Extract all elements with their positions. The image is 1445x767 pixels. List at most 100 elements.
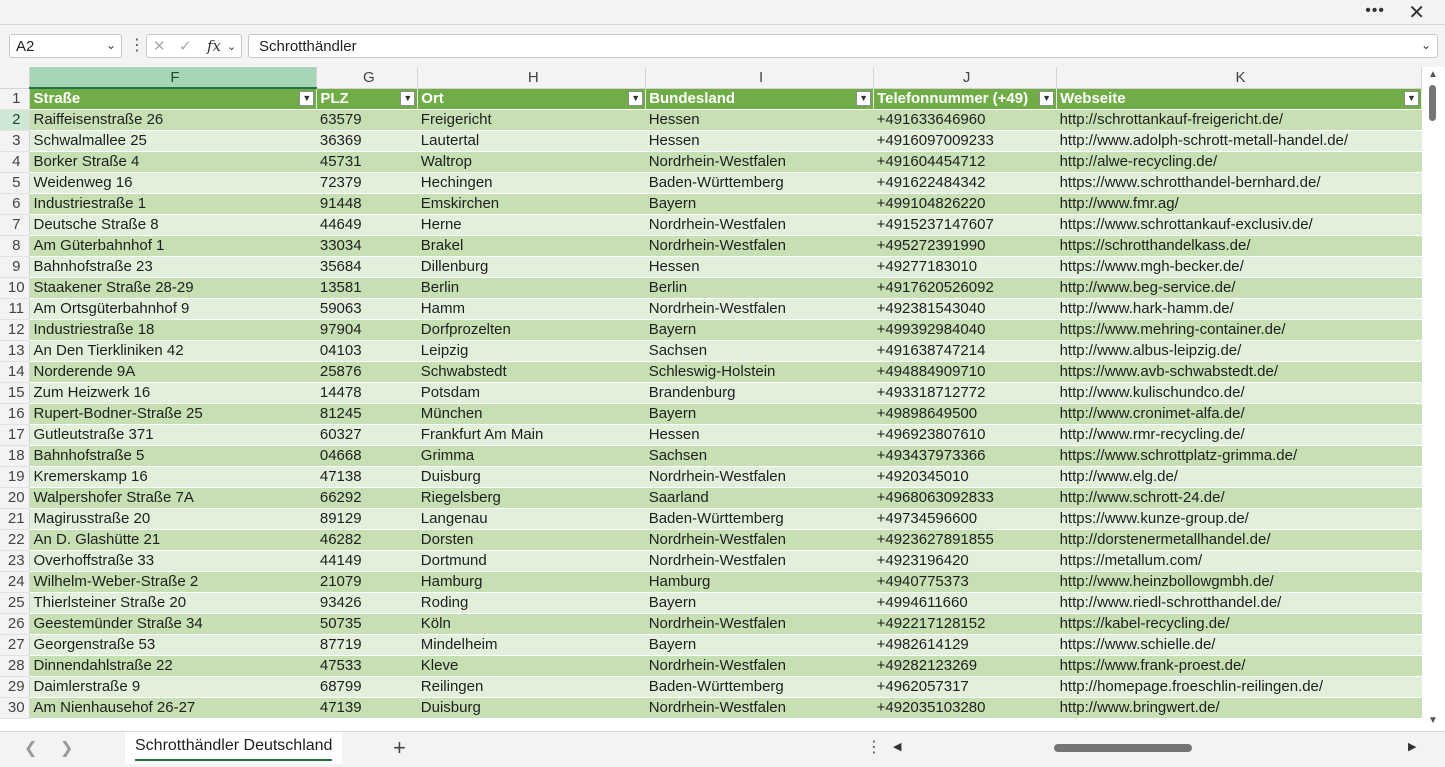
filter-dropdown-icon[interactable]: ▼ [1039, 90, 1055, 106]
cell-ort[interactable]: Waltrop [417, 151, 646, 173]
cell-ort[interactable]: Potsdam [417, 382, 646, 404]
worksheet-grid[interactable]: F G H I J K 1 Straße ▼ PLZ ▼ Ort ▼ Bundesla… [0, 67, 1422, 731]
cell-ort[interactable]: Schwabstedt [417, 361, 646, 383]
row-number[interactable]: 25 [0, 592, 31, 614]
cell-ort[interactable]: Dortmund [417, 550, 646, 572]
cell-ort[interactable]: München [417, 403, 646, 425]
cell-plz[interactable]: 14478 [316, 382, 418, 404]
cell-plz[interactable]: 93426 [316, 592, 418, 614]
cell-plz[interactable]: 33034 [316, 235, 418, 257]
cell-ort[interactable]: Dorfprozelten [417, 319, 646, 341]
cell-ort[interactable]: Herne [417, 214, 646, 236]
cell-webseite[interactable]: https://metallum.com/ [1056, 550, 1422, 572]
horizontal-scroll-thumb[interactable] [1054, 744, 1192, 752]
filter-dropdown-icon[interactable]: ▼ [856, 90, 872, 106]
cell-webseite[interactable]: http://alwe-recycling.de/ [1056, 151, 1422, 173]
cell-ort[interactable]: Hechingen [417, 172, 646, 194]
cell-plz[interactable]: 97904 [316, 319, 418, 341]
cell-strasse[interactable]: Zum Heizwerk 16 [29, 382, 317, 404]
cell-webseite[interactable]: http://www.elg.de/ [1056, 466, 1422, 488]
add-sheet-button[interactable]: + [393, 735, 406, 761]
cell-telefon[interactable]: +49898649500 [873, 403, 1057, 425]
cell-ort[interactable]: Riegelsberg [417, 487, 646, 509]
cell-telefon[interactable]: +49734596600 [873, 508, 1057, 530]
cell-telefon[interactable]: +4916097009233 [873, 130, 1057, 152]
row-number[interactable]: 15 [0, 382, 31, 404]
cell-strasse[interactable]: Staakener Straße 28-29 [29, 277, 317, 299]
fx-chevron-icon[interactable]: ⌄ [227, 40, 236, 53]
header-cell-strasse[interactable]: Straße ▼ [29, 88, 318, 110]
cell-bundesland[interactable]: Baden-Württemberg [645, 676, 874, 698]
cell-strasse[interactable]: Wilhelm-Weber-Straße 2 [29, 571, 317, 593]
cell-ort[interactable]: Dorsten [417, 529, 646, 551]
cell-ort[interactable]: Reilingen [417, 676, 646, 698]
row-number[interactable]: 18 [0, 445, 31, 467]
formula-bar-dots-icon[interactable]: ⋮ [129, 35, 145, 55]
cell-webseite[interactable]: http://www.bringwert.de/ [1056, 697, 1422, 719]
cell-telefon[interactable]: +491638747214 [873, 340, 1057, 362]
cell-ort[interactable]: Frankfurt Am Main [417, 424, 646, 446]
row-number[interactable]: 23 [0, 550, 31, 572]
insert-function-icon[interactable]: fx [207, 37, 221, 55]
cell-bundesland[interactable]: Hessen [645, 424, 874, 446]
cell-strasse[interactable]: An D. Glashütte 21 [29, 529, 317, 551]
sheet-tab-active[interactable]: Schrotthändler Deutschland [125, 732, 343, 764]
row-number[interactable]: 24 [0, 571, 31, 593]
cell-strasse[interactable]: Bahnhofstraße 23 [29, 256, 317, 278]
cell-telefon[interactable]: +495272391990 [873, 235, 1057, 257]
cancel-icon[interactable]: ✕ [153, 37, 166, 55]
more-options-icon[interactable]: ••• [1365, 2, 1385, 20]
cell-webseite[interactable]: http://www.albus-leipzig.de/ [1056, 340, 1422, 362]
row-number[interactable]: 2 [0, 109, 31, 131]
cell-plz[interactable]: 81245 [316, 403, 418, 425]
expand-formula-icon[interactable]: ⌄ [1421, 38, 1431, 52]
cell-plz[interactable]: 87719 [316, 634, 418, 656]
cell-webseite[interactable]: http://dorstenermetallhandel.de/ [1056, 529, 1422, 551]
cell-ort[interactable]: Mindelheim [417, 634, 646, 656]
cell-bundesland[interactable]: Nordrhein-Westfalen [645, 235, 874, 257]
cell-telefon[interactable]: +491633646960 [873, 109, 1057, 131]
cell-strasse[interactable]: An Den Tierkliniken 42 [29, 340, 317, 362]
cell-ort[interactable]: Hamburg [417, 571, 646, 593]
cell-plz[interactable]: 45731 [316, 151, 418, 173]
scroll-down-icon[interactable]: ▼ [1428, 715, 1438, 726]
cell-telefon[interactable]: +49282123269 [873, 655, 1057, 677]
cell-bundesland[interactable]: Nordrhein-Westfalen [645, 697, 874, 719]
cell-ort[interactable]: Leipzig [417, 340, 646, 362]
cell-telefon[interactable]: +4994611660 [873, 592, 1057, 614]
cell-plz[interactable]: 44649 [316, 214, 418, 236]
cell-webseite[interactable]: http://www.fmr.ag/ [1056, 193, 1422, 215]
cell-webseite[interactable]: https://kabel-recycling.de/ [1056, 613, 1422, 635]
cell-webseite[interactable]: https://www.schrotthandel-bernhard.de/ [1056, 172, 1422, 194]
cell-bundesland[interactable]: Hessen [645, 256, 874, 278]
cell-strasse[interactable]: Thierlsteiner Straße 20 [29, 592, 317, 614]
row-number[interactable]: 5 [0, 172, 31, 194]
cell-strasse[interactable]: Bahnhofstraße 5 [29, 445, 317, 467]
cell-bundesland[interactable]: Nordrhein-Westfalen [645, 655, 874, 677]
cell-telefon[interactable]: +492035103280 [873, 697, 1057, 719]
filter-dropdown-icon[interactable]: ▼ [400, 90, 416, 106]
cell-plz[interactable]: 72379 [316, 172, 418, 194]
row-number[interactable]: 9 [0, 256, 31, 278]
cell-strasse[interactable]: Am Ortsgüterbahnhof 9 [29, 298, 317, 320]
cell-plz[interactable]: 44149 [316, 550, 418, 572]
cell-telefon[interactable]: +4968063092833 [873, 487, 1057, 509]
cell-webseite[interactable]: http://www.schrott-24.de/ [1056, 487, 1422, 509]
cell-webseite[interactable]: http://www.heinzbollowgmbh.de/ [1056, 571, 1422, 593]
row-number[interactable]: 29 [0, 676, 31, 698]
cell-strasse[interactable]: Magirusstraße 20 [29, 508, 317, 530]
cell-telefon[interactable]: +499104826220 [873, 193, 1057, 215]
cell-webseite[interactable]: http://www.kulischundco.de/ [1056, 382, 1422, 404]
cell-strasse[interactable]: Daimlerstraße 9 [29, 676, 317, 698]
cell-strasse[interactable]: Industriestraße 1 [29, 193, 317, 215]
row-number[interactable]: 22 [0, 529, 31, 551]
cell-bundesland[interactable]: Hessen [645, 130, 874, 152]
cell-ort[interactable]: Langenau [417, 508, 646, 530]
cell-bundesland[interactable]: Nordrhein-Westfalen [645, 529, 874, 551]
cell-telefon[interactable]: +493318712772 [873, 382, 1057, 404]
cell-telefon[interactable]: +4915237147607 [873, 214, 1057, 236]
cell-strasse[interactable]: Raiffeisenstraße 26 [29, 109, 317, 131]
row-number[interactable]: 17 [0, 424, 31, 446]
cell-ort[interactable]: Brakel [417, 235, 646, 257]
cell-plz[interactable]: 36369 [316, 130, 418, 152]
